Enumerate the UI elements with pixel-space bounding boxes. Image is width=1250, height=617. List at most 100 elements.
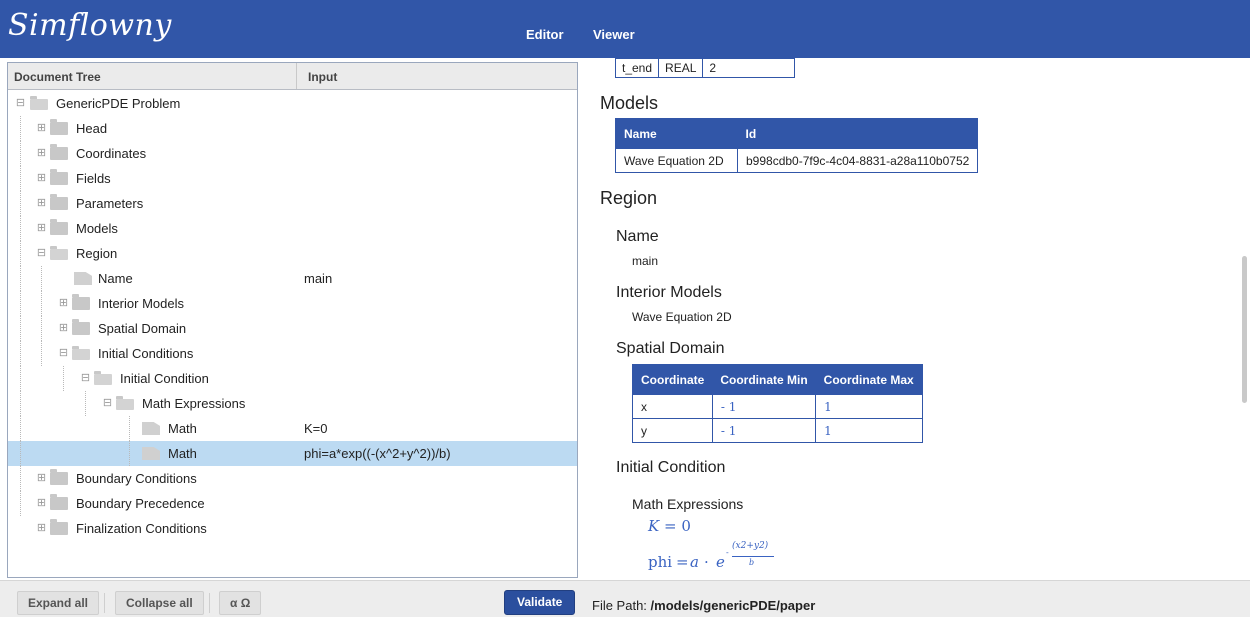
tree-header: Document Tree Input [8,63,577,90]
top-bar: Simflowny Editor Viewer [0,0,1250,58]
region-heading: Region [600,188,658,208]
folder-open-icon [72,346,90,360]
collapse-icon[interactable]: ⊟ [102,398,113,409]
expand-icon[interactable]: ⊞ [58,323,69,334]
folder-icon [50,469,68,485]
tree-node-name[interactable]: Name main [8,266,577,291]
collapse-icon[interactable]: ⊟ [58,348,69,359]
tree-node-finalization-conditions[interactable]: ⊞ Finalization Conditions [8,516,577,541]
collapse-icon[interactable]: ⊟ [15,98,26,109]
tree-guide-line [20,166,21,191]
coordinate-max-cell: 1 [815,394,923,419]
math-exponent-denominator: b [749,558,755,567]
expand-icon[interactable]: ⊞ [36,198,47,209]
tree-node-input-value[interactable]: phi=a*exp((-(x^2+y^2))/b) [304,446,451,461]
tree-node-genericpde-problem[interactable]: ⊟ GenericPDE Problem [8,91,577,116]
table-header-row: Coordinate Coordinate Min Coordinate Max [632,364,923,395]
folder-icon [50,169,68,185]
math-phi-e: e [716,553,725,571]
tree-guide-line [20,366,21,391]
tree-node-fields[interactable]: ⊞ Fields [8,166,577,191]
nav-editor-link[interactable]: Editor [526,27,564,42]
column-header-document-tree[interactable]: Document Tree [14,70,101,84]
tree-node-parameters[interactable]: ⊞ Parameters [8,191,577,216]
tree-node-input-value[interactable]: main [304,271,332,286]
file-icon [74,272,92,285]
expand-icon[interactable]: ⊞ [36,473,47,484]
expand-icon[interactable]: ⊞ [36,148,47,159]
coordinate-min-cell: - 1 [711,418,817,443]
nav-viewer-link[interactable]: Viewer [593,27,635,42]
tree-node-input-value[interactable]: K=0 [304,421,328,436]
tree-guide-line [20,291,21,316]
folder-open-icon [30,96,48,110]
expand-icon[interactable]: ⊞ [36,223,47,234]
param-value-cell: 2 [702,58,796,78]
greek-symbols-button[interactable]: α Ω [219,591,262,615]
tree-node-label: Finalization Conditions [76,521,207,536]
table-row: t_end REAL 2 [615,58,796,78]
app-logo[interactable]: Simflowny [8,8,172,43]
folder-icon [50,219,68,235]
tree-guide-line [20,191,21,216]
expand-all-button[interactable]: Expand all [17,591,100,615]
math-phi-eq: = [676,553,689,571]
tree-guide-line [41,316,42,341]
expand-icon[interactable]: ⊞ [58,298,69,309]
expand-icon[interactable]: ⊞ [36,123,47,134]
math-phi-dot: · [704,553,709,571]
collapse-icon[interactable]: ⊟ [36,248,47,259]
tree-node-coordinates[interactable]: ⊞ Coordinates [8,141,577,166]
tree-node-models[interactable]: ⊞ Models [8,216,577,241]
expand-icon[interactable]: ⊞ [36,523,47,534]
file-icon [142,422,160,435]
folder-icon [50,119,68,135]
tree-node-interior-models[interactable]: ⊞ Interior Models [8,291,577,316]
tree-guide-line [41,291,42,316]
viewer-scrollbar[interactable] [1242,256,1247,403]
tree-guide-line [20,466,21,491]
math-expression-k: K = 0 [648,517,691,535]
collapse-all-button[interactable]: Collapse all [115,591,204,615]
tree-guide-line [20,141,21,166]
tree-node-initial-conditions[interactable]: ⊟ Initial Conditions [8,341,577,366]
expand-icon[interactable]: ⊞ [36,498,47,509]
column-header-coordinate: Coordinate [632,364,713,395]
tree-guide-line [20,241,21,266]
name-heading: Name [616,228,659,245]
tree-node-head[interactable]: ⊞ Head [8,116,577,141]
tree-node-label: Initial Conditions [98,346,194,361]
tree-node-label: Math [168,446,197,461]
tree-guide-line [20,441,21,466]
coordinate-cell: y [632,418,713,443]
document-viewer[interactable]: t_end REAL 2 Models Name Id Wave Equatio… [580,58,1250,580]
folder-open-icon [94,371,112,385]
folder-icon [50,144,68,160]
folder-open-icon [116,396,134,410]
tree-node-label: Parameters [76,196,144,211]
tree-node-math[interactable]: Math K=0 [8,416,577,441]
tree-node-math-expressions[interactable]: ⊟ Math Expressions [8,391,577,416]
tree-guide-line [85,391,86,416]
tree-node-initial-condition[interactable]: ⊟ Initial Condition [8,366,577,391]
validate-button[interactable]: Validate [504,590,576,615]
name-value: main [632,254,659,268]
tree-node-spatial-domain[interactable]: ⊞ Spatial Domain [8,316,577,341]
column-divider[interactable] [296,63,297,89]
tree-node-label: Boundary Precedence [76,496,205,511]
coordinate-cell: x [632,394,713,419]
coordinate-max-cell: 1 [815,418,923,443]
expand-icon[interactable]: ⊞ [36,173,47,184]
tree-node-label: Name [98,271,133,286]
tree-node-math-selected[interactable]: Math phi=a*exp((-(x^2+y^2))/b) [8,441,577,466]
folder-icon [72,294,90,310]
column-header-input[interactable]: Input [308,70,337,84]
collapse-icon[interactable]: ⊟ [80,373,91,384]
tree-node-region[interactable]: ⊟ Region [8,241,577,266]
table-header-row: Name Id [615,118,978,149]
models-heading: Models [600,93,659,113]
math-k-lhs: K [648,517,660,535]
tree-guide-line [20,266,21,291]
tree-node-boundary-precedence[interactable]: ⊞ Boundary Precedence [8,491,577,516]
tree-node-boundary-conditions[interactable]: ⊞ Boundary Conditions [8,466,577,491]
